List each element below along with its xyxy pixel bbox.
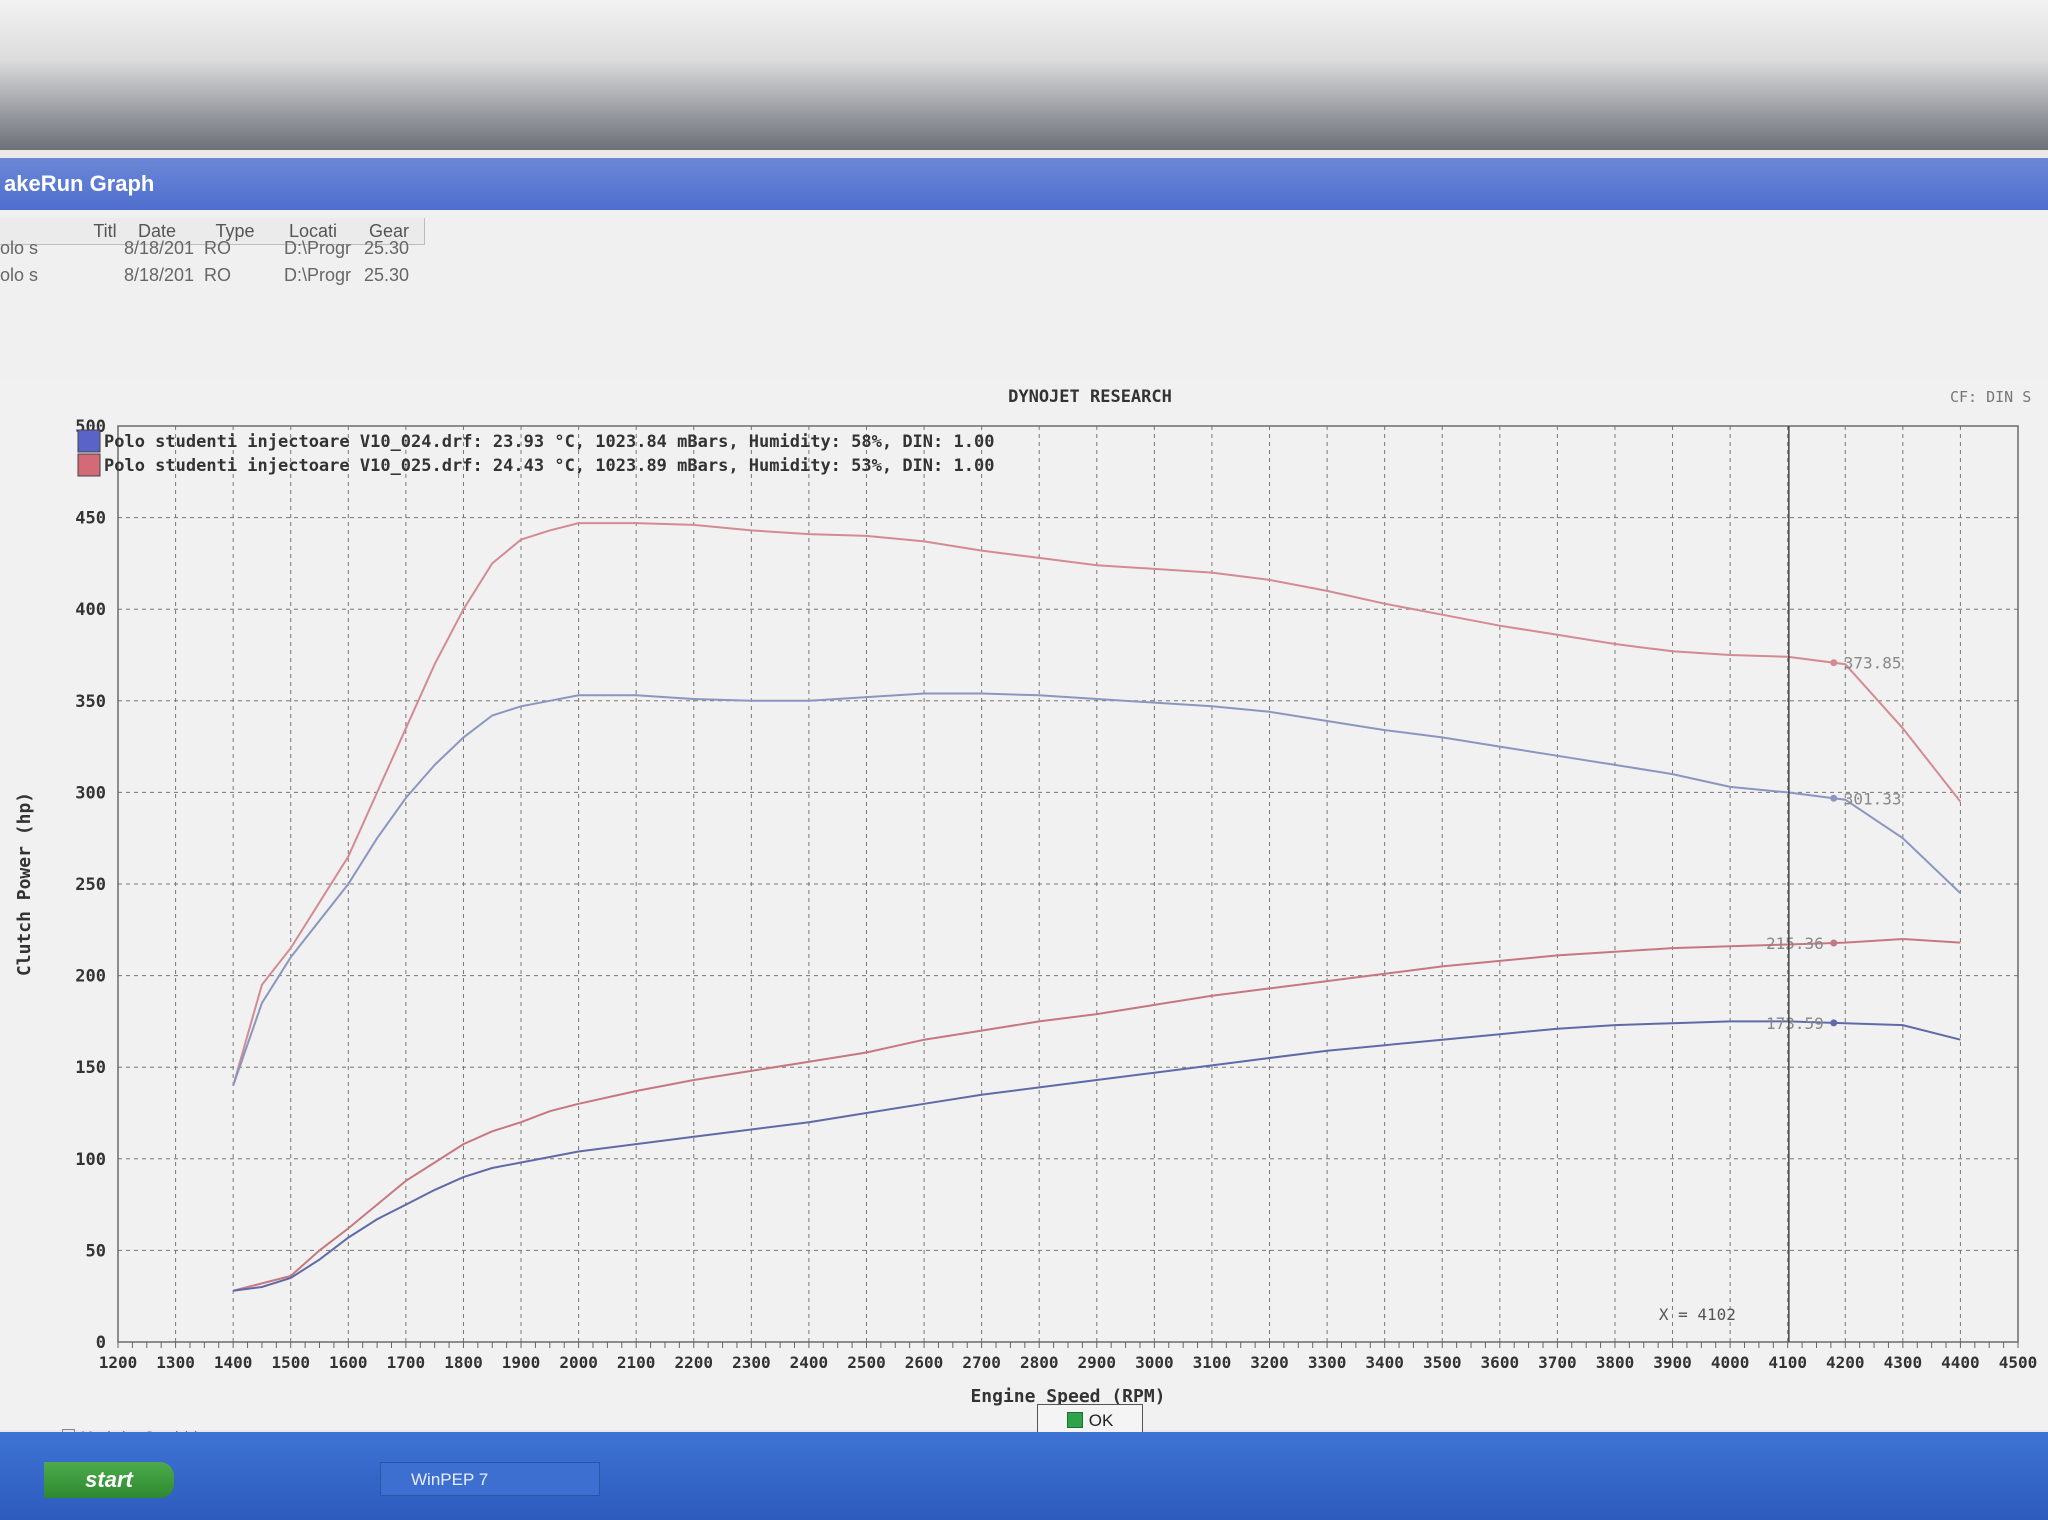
series-end-marker xyxy=(1830,939,1838,947)
x-tick-label: 4500 xyxy=(1999,1353,2038,1372)
x-tick-label: 2300 xyxy=(732,1353,771,1372)
x-tick-label: 1600 xyxy=(329,1353,368,1372)
run-list[interactable]: Title Date Type Locati Gear olo s 8/18/2… xyxy=(0,210,2048,381)
x-axis-ticks: 1200 1300 1400 1500 1600 1700 1800 1900 2000 2100… xyxy=(99,1342,2038,1372)
x-tick-label: 4400 xyxy=(1941,1353,1980,1372)
dyno-chart[interactable]: DYNOJET RESEARCH CF: DIN S 0 50 100 150 200 2… xyxy=(0,380,2048,1430)
x-tick-label: 4000 xyxy=(1711,1353,1750,1372)
row-location: D:\Progr xyxy=(284,238,352,258)
series-end-marker xyxy=(1830,659,1838,667)
y-tick-label: 250 xyxy=(75,875,106,895)
legend-entry: Polo studenti injectoare V10_024.drf: 23… xyxy=(104,432,994,452)
row-title: olo s xyxy=(0,265,39,285)
row-type: RO xyxy=(204,238,231,258)
x-tick-label: 1500 xyxy=(271,1353,310,1372)
x-tick-label: 1300 xyxy=(156,1353,195,1372)
x-tick-label: 1800 xyxy=(444,1353,483,1372)
x-tick-label: 3200 xyxy=(1250,1353,1289,1372)
ok-label: OK xyxy=(1088,1411,1114,1430)
series-end-marker xyxy=(1830,794,1838,802)
chart-title: DYNOJET RESEARCH xyxy=(1008,387,1172,407)
legend-swatch xyxy=(77,429,101,453)
x-tick-label: 3300 xyxy=(1308,1353,1347,1372)
x-tick-label: 3100 xyxy=(1193,1353,1232,1372)
row-type: RO xyxy=(204,265,231,285)
row-date: 8/18/201 xyxy=(124,265,195,285)
series-end-label: 301.33 xyxy=(1844,789,1902,808)
y-tick-label: 50 xyxy=(86,1241,106,1261)
x-tick-label: 1700 xyxy=(387,1353,426,1372)
x-tick-label: 2500 xyxy=(847,1353,886,1372)
screen-top-frame xyxy=(0,0,2048,150)
x-tick-label: 3000 xyxy=(1135,1353,1174,1372)
x-tick-label: 3900 xyxy=(1653,1353,1692,1372)
y-tick-label: 0 xyxy=(96,1333,106,1353)
x-tick-label: 3600 xyxy=(1481,1353,1520,1372)
chart-grid xyxy=(117,425,2019,1343)
taskbar xyxy=(0,1432,2048,1520)
series-end-label: 215.36 xyxy=(1766,934,1824,953)
chart-panel: DYNOJET RESEARCH CF: DIN S 0 50 100 150 200 2… xyxy=(0,380,2048,1430)
x-tick-label: 1200 xyxy=(99,1353,138,1372)
x-tick-label: 3700 xyxy=(1538,1353,1577,1372)
y-tick-label: 350 xyxy=(75,692,106,712)
x-tick-label: 3800 xyxy=(1596,1353,1635,1372)
plot-frame xyxy=(117,425,2019,1343)
legend-entry: Polo studenti injectoare V10_025.drf: 24… xyxy=(104,456,994,476)
x-tick-label: 2900 xyxy=(1078,1353,1117,1372)
x-tick-label: 1900 xyxy=(502,1353,541,1372)
ok-check-icon xyxy=(1066,1412,1083,1428)
x-tick-label: 2600 xyxy=(905,1353,944,1372)
window-title: akeRun Graph xyxy=(4,171,155,196)
start-button[interactable]: start xyxy=(44,1462,174,1498)
x-tick-label: 4300 xyxy=(1884,1353,1923,1372)
row-date: 8/18/201 xyxy=(124,238,195,258)
window-titlebar[interactable]: akeRun Graph xyxy=(0,158,2048,210)
x-tick-label: 3500 xyxy=(1423,1353,1462,1372)
rpm-cursor-label: X = 4102 xyxy=(1659,1305,1736,1324)
y-tick-label: 300 xyxy=(75,783,106,803)
start-label: start xyxy=(85,1467,133,1492)
series-end-marker xyxy=(1830,1019,1838,1027)
x-tick-label: 2200 xyxy=(674,1353,713,1372)
row-gear: 25.30 xyxy=(364,265,410,285)
series-end-label: 373.85 xyxy=(1844,654,1902,673)
chart-corner-note: CF: DIN S xyxy=(1950,388,2031,406)
x-tick-label: 2100 xyxy=(617,1353,656,1372)
x-tick-label: 2800 xyxy=(1020,1353,1059,1372)
x-tick-label: 1400 xyxy=(214,1353,253,1372)
y-axis-label: Clutch Power (hp) xyxy=(14,792,35,976)
x-tick-label: 4100 xyxy=(1768,1353,1807,1372)
y-tick-label: 400 xyxy=(75,600,106,620)
taskbar-item-winpep[interactable]: WinPEP 7 xyxy=(380,1462,600,1496)
x-tick-label: 4200 xyxy=(1826,1353,1865,1372)
y-tick-label: 100 xyxy=(75,1150,106,1170)
row-gear: 25.30 xyxy=(364,238,410,258)
chart-legend: Polo studenti injectoare V10_024.drf: 23… xyxy=(77,429,994,477)
row-location: D:\Progr xyxy=(284,265,352,285)
x-tick-label: 2400 xyxy=(790,1353,829,1372)
legend-swatch xyxy=(77,453,101,477)
row-title: olo s xyxy=(0,238,39,258)
series-end-label: 173.59 xyxy=(1766,1014,1824,1033)
y-tick-label: 150 xyxy=(75,1058,106,1078)
y-axis-ticks: 050100150200250300350400450500 xyxy=(75,417,106,1353)
x-tick-label: 2700 xyxy=(962,1353,1001,1372)
x-tick-label: 3400 xyxy=(1365,1353,1404,1372)
y-tick-label: 200 xyxy=(75,967,106,987)
y-tick-label: 450 xyxy=(75,509,106,529)
x-tick-label: 2000 xyxy=(559,1353,598,1372)
taskbar-item-label: WinPEP 7 xyxy=(411,1470,489,1489)
